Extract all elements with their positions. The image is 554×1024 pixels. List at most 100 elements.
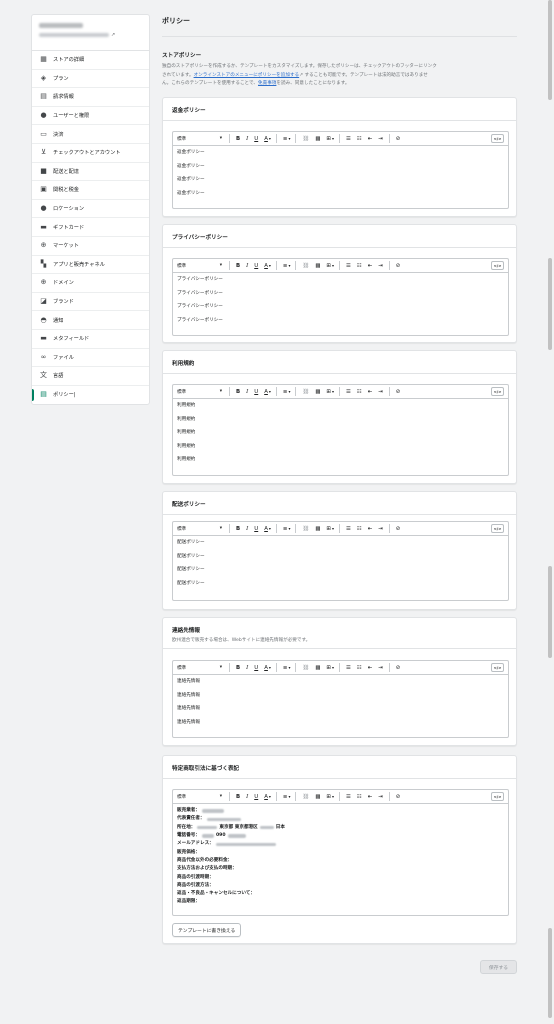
link-button[interactable]: ⛓ <box>302 136 309 142</box>
text-color-button[interactable]: A <box>264 389 268 395</box>
editor-content[interactable]: プライバシーポリシー プライバシーポリシー プライバシーポリシー プライバシーポリシー <box>173 273 508 333</box>
format-select[interactable]: 標準 ▾ <box>177 665 226 671</box>
text-color-button[interactable]: A <box>264 526 268 532</box>
scrollbar[interactable] <box>548 0 553 1024</box>
sidebar-item-policy[interactable]: ▤ ポリシー| <box>32 386 149 405</box>
underline-button[interactable]: U <box>254 526 258 532</box>
chevron-down-icon[interactable]: ▾ <box>269 665 271 671</box>
italic-button[interactable]: I <box>246 389 248 395</box>
align-button[interactable]: ≡ <box>283 526 288 532</box>
bullet-list-button[interactable]: ☰ <box>346 389 351 395</box>
numbered-list-button[interactable]: ☷ <box>357 665 362 671</box>
italic-button[interactable]: I <box>246 665 248 671</box>
italic-button[interactable]: I <box>246 526 248 532</box>
editor-content[interactable]: 返金ポリシー 返金ポリシー 返金ポリシー 返金ポリシー <box>173 146 508 206</box>
bold-button[interactable]: B <box>236 389 240 395</box>
indent-button[interactable]: ⇥ <box>378 389 383 395</box>
editor-content[interactable]: 配送ポリシー 配送ポリシー 配送ポリシー 配送ポリシー <box>173 536 508 596</box>
format-select[interactable]: 標準 ▾ <box>177 136 226 142</box>
chevron-down-icon[interactable]: ▾ <box>269 136 271 142</box>
replace-with-template-button[interactable]: テンプレートに書き換える <box>172 923 242 937</box>
scrollbar-thumb[interactable] <box>548 0 552 100</box>
align-button[interactable]: ≡ <box>283 136 288 142</box>
sidebar-item-payment[interactable]: ▭ 決済 <box>32 125 149 144</box>
indent-button[interactable]: ⇥ <box>378 665 383 671</box>
underline-button[interactable]: U <box>254 136 258 142</box>
underline-button[interactable]: U <box>254 389 258 395</box>
chevron-down-icon[interactable]: ▾ <box>332 263 334 269</box>
insert-image-button[interactable]: ▦ <box>315 665 320 671</box>
underline-button[interactable]: U <box>254 665 258 671</box>
numbered-list-button[interactable]: ☷ <box>357 526 362 532</box>
indent-button[interactable]: ⇥ <box>378 136 383 142</box>
chevron-down-icon[interactable]: ▾ <box>269 794 271 800</box>
outdent-button[interactable]: ⇤ <box>368 389 373 395</box>
bullet-list-button[interactable]: ☰ <box>346 526 351 532</box>
numbered-list-button[interactable]: ☷ <box>357 389 362 395</box>
show-html-button[interactable]: </> <box>491 524 504 533</box>
sidebar-item-domain[interactable]: ⊕ ドメイン <box>32 274 149 293</box>
insert-image-button[interactable]: ▦ <box>315 526 320 532</box>
align-button[interactable]: ≡ <box>283 389 288 395</box>
format-select[interactable]: 標準 ▾ <box>177 389 226 395</box>
text-color-button[interactable]: A <box>264 263 268 269</box>
align-button[interactable]: ≡ <box>283 665 288 671</box>
numbered-list-button[interactable]: ☷ <box>357 263 362 269</box>
underline-button[interactable]: U <box>254 794 258 800</box>
link-button[interactable]: ⛓ <box>302 263 309 269</box>
link-button[interactable]: ⛓ <box>302 794 309 800</box>
chevron-down-icon[interactable]: ▾ <box>288 136 290 142</box>
format-select[interactable]: 標準 ▾ <box>177 794 226 800</box>
sidebar-item-metafield[interactable]: ▬ メタフィールド <box>32 330 149 349</box>
sidebar-item-bell[interactable]: ◓ 通知 <box>32 311 149 330</box>
chevron-down-icon[interactable]: ▾ <box>288 665 290 671</box>
clear-formatting-button[interactable]: ⊘ <box>396 526 401 532</box>
align-button[interactable]: ≡ <box>283 794 288 800</box>
insert-table-button[interactable]: ⊞ <box>326 665 331 671</box>
clear-formatting-button[interactable]: ⊘ <box>396 136 401 142</box>
indent-button[interactable]: ⇥ <box>378 526 383 532</box>
chevron-down-icon[interactable]: ▾ <box>332 794 334 800</box>
sidebar-item-store[interactable]: ▦ ストアの詳細 <box>32 51 149 70</box>
numbered-list-button[interactable]: ☷ <box>357 136 362 142</box>
sidebar-item-billing[interactable]: ▤ 請求情報 <box>32 88 149 107</box>
clear-formatting-button[interactable]: ⊘ <box>396 263 401 269</box>
bullet-list-button[interactable]: ☰ <box>346 136 351 142</box>
bullet-list-button[interactable]: ☰ <box>346 665 351 671</box>
outdent-button[interactable]: ⇤ <box>368 665 373 671</box>
insert-table-button[interactable]: ⊞ <box>326 794 331 800</box>
insert-image-button[interactable]: ▦ <box>315 794 320 800</box>
italic-button[interactable]: I <box>246 794 248 800</box>
chevron-down-icon[interactable]: ▾ <box>288 389 290 395</box>
sidebar-item-user[interactable]: ● ユーザーと権限 <box>32 107 149 126</box>
insert-table-button[interactable]: ⊞ <box>326 526 331 532</box>
bold-button[interactable]: B <box>236 263 240 269</box>
editor-content[interactable]: 利用規約 利用規約 利用規約 利用規約 利用規約 <box>173 399 508 473</box>
bullet-list-button[interactable]: ☰ <box>346 794 351 800</box>
bullet-list-button[interactable]: ☰ <box>346 263 351 269</box>
insert-table-button[interactable]: ⊞ <box>326 136 331 142</box>
show-html-button[interactable]: </> <box>491 261 504 270</box>
show-html-button[interactable]: </> <box>491 792 504 801</box>
store-url[interactable]: ↗ <box>39 33 142 38</box>
chevron-down-icon[interactable]: ▾ <box>332 526 334 532</box>
sidebar-item-file[interactable]: ∞ ファイル <box>32 349 149 368</box>
chevron-down-icon[interactable]: ▾ <box>288 526 290 532</box>
sidebar-item-language[interactable]: 文言語 <box>32 367 149 386</box>
underline-button[interactable]: U <box>254 263 258 269</box>
chevron-down-icon[interactable]: ▾ <box>288 263 290 269</box>
insert-image-button[interactable]: ▦ <box>315 389 320 395</box>
chevron-down-icon[interactable]: ▾ <box>332 389 334 395</box>
text-color-button[interactable]: A <box>264 665 268 671</box>
text-color-button[interactable]: A <box>264 794 268 800</box>
link-button[interactable]: ⛓ <box>302 389 309 395</box>
link-button[interactable]: ⛓ <box>302 665 309 671</box>
text-color-button[interactable]: A <box>264 136 268 142</box>
chevron-down-icon[interactable]: ▾ <box>332 665 334 671</box>
link-button[interactable]: ⛓ <box>302 526 309 532</box>
chevron-down-icon[interactable]: ▾ <box>269 526 271 532</box>
sidebar-item-apps[interactable]: ▚ アプリと販売チャネル <box>32 256 149 275</box>
bold-button[interactable]: B <box>236 794 240 800</box>
insert-image-button[interactable]: ▦ <box>315 263 320 269</box>
sidebar-item-location[interactable]: ● ロケーション <box>32 200 149 219</box>
